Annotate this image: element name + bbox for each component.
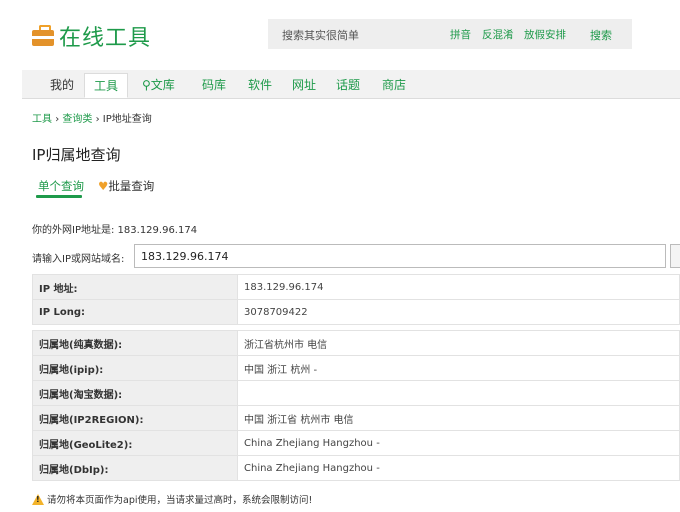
table-row: 归属地(GeoLite2): China Zhejiang Hangzhou - (32, 430, 680, 456)
query-button[interactable] (670, 244, 680, 268)
row-value: 浙江省杭州市 电信 (237, 330, 680, 356)
search-tag-holiday[interactable]: 放假安排 (524, 27, 566, 42)
search-bar: 搜索其实很简单 拼音 反混淆 放假安排 搜索 (268, 19, 632, 49)
row-key: 归属地(IP2REGION): (32, 405, 238, 431)
row-value: 中国 浙江省 杭州市 电信 (237, 405, 680, 431)
search-input[interactable]: 搜索其实很简单 (282, 27, 359, 43)
nav-item-docs[interactable]: ⚲文库 (142, 76, 175, 93)
my-ip-line: 你的外网IP地址是: 183.129.96.174 (32, 221, 197, 236)
row-key: IP Long: (32, 299, 238, 325)
warning-text: 请勿将本页面作为api使用，当请求量过高时，系统会限制访问! (47, 495, 313, 506)
nav-item-mine[interactable]: 我的 (50, 76, 74, 93)
tab-active-underline (36, 195, 82, 198)
row-value: China Zhejiang Hangzhou - (237, 455, 680, 481)
my-ip-label: 你的外网IP地址是: (32, 225, 115, 236)
table-row: 归属地(DbIp): China Zhejiang Hangzhou - (32, 455, 680, 481)
row-value (237, 380, 680, 406)
my-ip-value: 183.129.96.174 (117, 225, 198, 236)
nav-item-shop[interactable]: 商店 (382, 76, 406, 93)
row-key: IP 地址: (32, 274, 238, 300)
table-row: IP Long: 3078709422 (32, 299, 680, 325)
row-value: 中国 浙江 杭州 - (237, 355, 680, 381)
table-row: 归属地(ipip): 中国 浙江 杭州 - (32, 355, 680, 381)
nav-item-tools[interactable]: 工具 (84, 73, 128, 98)
search-tag-pinyin[interactable]: 拼音 (450, 27, 471, 42)
logo-text: 在线工具 (59, 26, 152, 51)
search-tag-deobfuscate[interactable]: 反混淆 (482, 27, 514, 42)
nav-item-docs-label: 文库 (150, 78, 175, 92)
nav-item-urls[interactable]: 网址 (292, 76, 316, 93)
breadcrumb-category[interactable]: 查询类 (62, 114, 92, 125)
row-key: 归属地(纯真数据): (32, 330, 238, 356)
nav-item-software[interactable]: 软件 (248, 76, 272, 93)
breadcrumb-sep: › (55, 114, 60, 125)
result-table-geo: 归属地(纯真数据): 浙江省杭州市 电信 归属地(ipip): 中国 浙江 杭州… (32, 330, 680, 481)
nav-item-code[interactable]: 码库 (202, 76, 226, 93)
site-logo[interactable]: 在线工具 (32, 22, 152, 51)
toolbox-icon (32, 25, 54, 47)
tab-batch-label: 批量查询 (108, 179, 155, 193)
ip-input-label: 请输入IP或网站域名: (32, 254, 125, 265)
row-key: 归属地(DbIp): (32, 455, 238, 481)
row-key: 归属地(淘宝数据): (32, 380, 238, 406)
breadcrumb: 工具 › 查询类 › IP地址查询 (32, 110, 152, 125)
diamond-icon: ♥ (98, 179, 109, 193)
ip-input[interactable] (134, 244, 666, 268)
table-row: 归属地(纯真数据): 浙江省杭州市 电信 (32, 330, 680, 356)
search-button[interactable]: 搜索 (590, 27, 612, 43)
row-key: 归属地(ipip): (32, 355, 238, 381)
breadcrumb-sep: › (95, 114, 100, 125)
table-row: 归属地(IP2REGION): 中国 浙江省 杭州市 电信 (32, 405, 680, 431)
result-table-basic: IP 地址: 183.129.96.174 IP Long: 307870942… (32, 274, 680, 325)
leaf-icon: ⚲ (142, 78, 151, 92)
warning-icon (32, 493, 44, 505)
row-value: China Zhejiang Hangzhou - (237, 430, 680, 456)
api-warning: 请勿将本页面作为api使用，当请求量过高时，系统会限制访问! (32, 492, 312, 506)
row-value: 183.129.96.174 (237, 274, 680, 300)
row-value: 3078709422 (237, 299, 680, 325)
breadcrumb-current: IP地址查询 (102, 114, 152, 125)
breadcrumb-home[interactable]: 工具 (32, 114, 52, 125)
page-title: IP归属地查询 (32, 146, 121, 164)
nav-item-topics[interactable]: 话题 (336, 76, 360, 93)
main-nav: 我的 工具 ⚲文库 码库 软件 网址 话题 商店 (22, 70, 680, 99)
table-row: IP 地址: 183.129.96.174 (32, 274, 680, 300)
tab-batch-query[interactable]: ♥批量查询 (98, 178, 154, 194)
row-key: 归属地(GeoLite2): (32, 430, 238, 456)
table-row: 归属地(淘宝数据): (32, 380, 680, 406)
tab-single-query[interactable]: 单个查询 (38, 178, 84, 194)
nav-item-tools-label: 工具 (93, 79, 118, 93)
